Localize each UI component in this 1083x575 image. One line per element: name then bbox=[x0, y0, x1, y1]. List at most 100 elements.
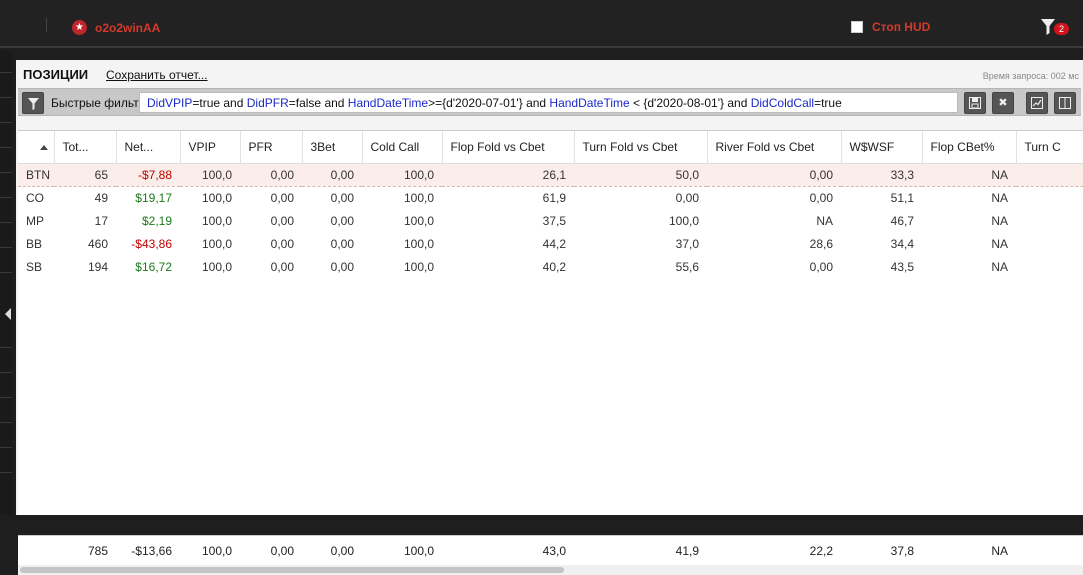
query-field-name: HandDateTime bbox=[347, 96, 429, 110]
filter-toggle-button[interactable] bbox=[22, 92, 44, 114]
cell-vpip: 100,0 bbox=[201, 190, 232, 205]
column-header-turn-fold-vs-cbet[interactable]: Turn Fold vs Cbet bbox=[574, 131, 708, 164]
save-report-link[interactable]: Сохранить отчет... bbox=[106, 68, 208, 82]
cell-flop-fold-vs-cbet: 61,9 bbox=[542, 190, 566, 205]
cell-total-hands: 460 bbox=[87, 236, 108, 251]
horizontal-scrollbar[interactable] bbox=[18, 565, 1083, 575]
top-bar: ★ o2o2winAA Стоп HUD 2 bbox=[0, 0, 1083, 48]
rail-divider bbox=[0, 222, 12, 223]
cell-turn-cbet bbox=[1016, 209, 1083, 232]
cell-cold-call: 100,0 bbox=[362, 162, 442, 187]
cell-pfr: 0,00 bbox=[270, 190, 294, 205]
rail-divider bbox=[0, 72, 12, 73]
cell-turn-fold-vs-cbet: 100,0 bbox=[668, 213, 699, 228]
cell-wwsf: 33,3 bbox=[841, 162, 922, 187]
cell-net-won: $2,19 bbox=[141, 213, 172, 228]
line-chart-icon bbox=[1031, 97, 1043, 109]
graph-button[interactable] bbox=[1026, 92, 1048, 114]
table-row[interactable]: MP 17 $2,19 100,0 0,00 0,00 100,0 37,5 100,0 NA 46… bbox=[18, 209, 1083, 232]
cell-cold-call: 100,0 bbox=[403, 190, 434, 205]
cell-turn-cbet bbox=[1016, 232, 1083, 255]
cell-cold-call: 100,0 bbox=[403, 213, 434, 228]
column-header-flop-fold-vs-cbet[interactable]: Flop Fold vs Cbet bbox=[442, 131, 575, 164]
filter-query-input[interactable]: DidVPIP=true and DidPFR=false and HandDa… bbox=[139, 92, 958, 113]
clear-filter-button[interactable]: ✖ bbox=[992, 92, 1014, 114]
column-header-3bet[interactable]: 3Bet bbox=[302, 131, 363, 164]
table-row[interactable]: CO 49 $19,17 100,0 0,00 0,00 100,0 61,9 0,00 0,00… bbox=[18, 186, 1083, 209]
cell-river-fold-vs-cbet: 0,00 bbox=[809, 259, 833, 274]
column-header-pfr[interactable]: PFR bbox=[240, 131, 303, 164]
cell-net-won: -$43,86 bbox=[131, 236, 172, 251]
table-row[interactable]: BTN 65 -$7,88 100,0 0,00 0,00 100,0 26,1 50,0 0,0… bbox=[18, 162, 1083, 187]
table-row[interactable]: BB 460 -$43,86 100,0 0,00 0,00 100,0 44,2 37,0 28… bbox=[18, 232, 1083, 255]
cell-river-fold-vs-cbet: NA bbox=[816, 213, 833, 228]
cell-flop-cbet: NA bbox=[991, 190, 1008, 205]
cell-net-won: $16,72 bbox=[135, 259, 172, 274]
rail-divider bbox=[0, 147, 12, 148]
cell-pfr: 0,00 bbox=[270, 213, 294, 228]
query-text: < {d'2020-08-01'} and bbox=[629, 96, 751, 110]
column-header-total[interactable]: Tot... bbox=[54, 131, 117, 164]
layout-button[interactable] bbox=[1054, 92, 1076, 114]
sort-column-header[interactable] bbox=[18, 131, 55, 164]
total-turn-cbet bbox=[1016, 536, 1083, 566]
total-vpip: 100,0 bbox=[201, 544, 232, 558]
hud-label: Стоп HUD bbox=[872, 20, 931, 34]
cell-3bet: 0,00 bbox=[330, 259, 354, 274]
rail-divider bbox=[0, 397, 12, 398]
rail-divider bbox=[0, 472, 12, 473]
table-row[interactable]: SB 194 $16,72 100,0 0,00 0,00 100,0 40,2 55,6 0,0… bbox=[18, 255, 1083, 278]
cell-total-hands: 17 bbox=[94, 213, 108, 228]
cell-total-hands: 65 bbox=[54, 162, 116, 187]
cell-flop-cbet: NA bbox=[922, 162, 1016, 187]
scrollbar-thumb[interactable] bbox=[20, 567, 564, 573]
query-text: =true bbox=[814, 96, 842, 110]
cell-position: BTN bbox=[18, 162, 54, 187]
filter-button[interactable]: 2 bbox=[1041, 17, 1071, 37]
query-field-name: DidVPIP bbox=[147, 96, 193, 110]
hud-toggle[interactable]: Стоп HUD bbox=[851, 20, 930, 34]
query-text: >={d'2020-07-01'} and bbox=[428, 96, 550, 110]
rail-divider bbox=[0, 447, 12, 448]
total-hands: 785 bbox=[87, 544, 108, 558]
column-header-turn-cbet[interactable]: Turn C bbox=[1016, 131, 1083, 164]
cell-river-fold-vs-cbet: 0,00 bbox=[809, 190, 833, 205]
columns-icon bbox=[1059, 97, 1071, 109]
pokerstars-star-icon: ★ bbox=[72, 20, 87, 35]
cell-net-won: $19,17 bbox=[135, 190, 172, 205]
cell-3bet: 0,00 bbox=[330, 190, 354, 205]
cell-wwsf: 34,4 bbox=[890, 236, 914, 251]
cell-position: BB bbox=[26, 236, 43, 251]
close-icon: ✖ bbox=[998, 97, 1008, 109]
column-header-net[interactable]: Net... bbox=[116, 131, 181, 164]
cell-vpip: 100,0 bbox=[201, 259, 232, 274]
column-header-vpip[interactable]: VPIP bbox=[180, 131, 241, 164]
total-3bet: 0,00 bbox=[330, 544, 354, 558]
checkbox-icon[interactable] bbox=[851, 21, 863, 33]
table-header-row: Tot... Net... VPIP PFR 3Bet Cold Call Fl… bbox=[18, 131, 1083, 164]
rail-divider bbox=[0, 372, 12, 373]
total-flop-cbet: NA bbox=[991, 544, 1008, 558]
query-field-name: DidColdCall bbox=[750, 96, 815, 110]
save-filter-button[interactable] bbox=[964, 92, 986, 114]
column-header-river-fold-vs-cbet[interactable]: River Fold vs Cbet bbox=[707, 131, 842, 164]
rail-divider bbox=[0, 347, 12, 348]
column-header-flop-cbet[interactable]: Flop CBet% bbox=[922, 131, 1017, 164]
query-time: Время запроса: 002 мс bbox=[982, 71, 1079, 81]
collapse-arrow-icon[interactable] bbox=[5, 308, 11, 320]
rail-divider bbox=[0, 272, 12, 273]
column-header-wwsf[interactable]: W$WSF bbox=[841, 131, 923, 164]
cell-flop-fold-vs-cbet: 40,2 bbox=[542, 259, 566, 274]
totals-row: 785 -$13,66 100,0 0,00 0,00 100,0 43,0 4… bbox=[18, 535, 1083, 565]
cell-total-hands: 49 bbox=[94, 190, 108, 205]
cell-river-fold-vs-cbet: 0,00 bbox=[707, 162, 841, 187]
cell-wwsf: 51,1 bbox=[890, 190, 914, 205]
cell-wwsf: 46,7 bbox=[890, 213, 914, 228]
cell-turn-cbet bbox=[1016, 186, 1083, 209]
rail-divider bbox=[0, 197, 12, 198]
side-rail bbox=[0, 50, 12, 515]
column-header-cold-call[interactable]: Cold Call bbox=[362, 131, 443, 164]
page-title: ПОЗИЦИИ bbox=[23, 67, 89, 82]
total-river-fold-vs-cbet: 22,2 bbox=[809, 544, 833, 558]
user-account[interactable]: ★ o2o2winAA bbox=[72, 20, 160, 35]
